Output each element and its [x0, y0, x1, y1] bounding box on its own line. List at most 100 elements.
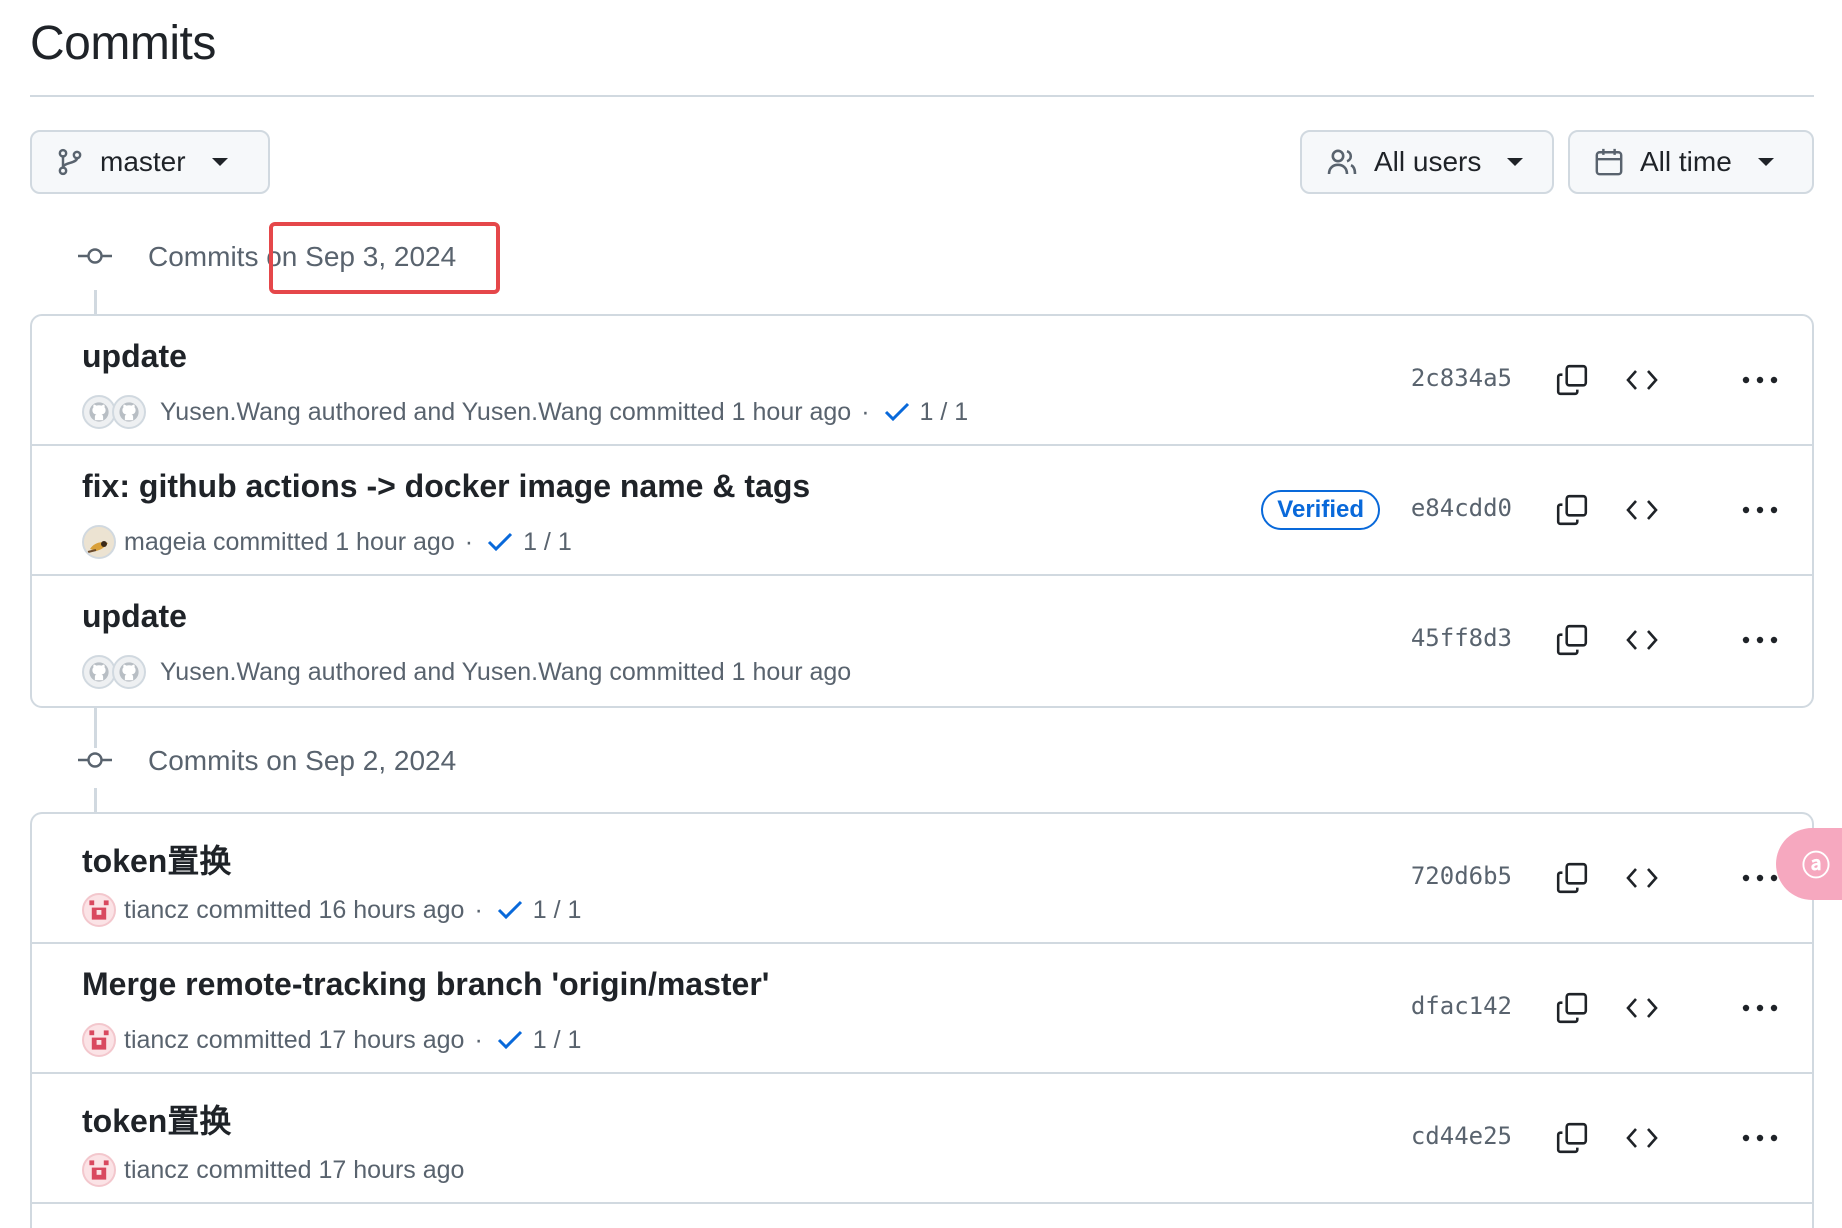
title-divider [30, 95, 1814, 97]
copy-icon [1556, 364, 1588, 396]
check-status[interactable]: 1 / 1 [497, 895, 582, 925]
copy-sha-button[interactable] [1552, 1118, 1592, 1158]
check-status[interactable]: 1 / 1 [487, 528, 572, 557]
commit-message-link[interactable]: Merge remote-tracking branch 'origin/mas… [82, 966, 769, 1003]
git-commit-icon [78, 241, 112, 273]
commit-sha-link[interactable]: dfac142 [1411, 992, 1512, 1020]
commit-meta: Yusen.Wang authored and Yusen.Wang commi… [82, 392, 968, 432]
code-icon [1626, 1128, 1658, 1148]
copy-sha-button[interactable] [1552, 490, 1592, 530]
annotation-highlight-box [269, 222, 500, 294]
copy-sha-button[interactable] [1552, 988, 1592, 1028]
more-actions-button[interactable] [1740, 490, 1780, 530]
identicon-avatar[interactable] [82, 893, 116, 927]
translate-widget-button[interactable]: ⓐ [1776, 828, 1842, 900]
avatar-stack[interactable] [82, 655, 146, 689]
avatar-stack[interactable] [82, 395, 146, 429]
commit-message-link[interactable]: token置换 [82, 1096, 231, 1142]
commit-message-link[interactable]: fix: github actions -> docker image name… [82, 468, 810, 505]
git-branch-icon [56, 146, 84, 178]
commit-message-link[interactable]: token置换 [82, 836, 231, 882]
commit-sha-link[interactable]: e84cdd0 [1411, 494, 1512, 522]
kebab-horizontal-icon [1742, 376, 1778, 384]
users-filter-label: All users [1374, 146, 1482, 177]
browse-code-button[interactable] [1622, 858, 1662, 898]
copy-sha-button[interactable] [1552, 620, 1592, 660]
commit-meta: tiancz committed 17 hours ago [82, 1150, 464, 1190]
commit-row[interactable]: Merge remote-tracking branch 'origin/mas… [32, 944, 1812, 1074]
commit-author-text: tiancz committed 17 hours ago [124, 1155, 465, 1184]
chevron-down-icon [1757, 158, 1774, 166]
more-actions-button[interactable] [1740, 360, 1780, 400]
github-default-avatar[interactable] [82, 655, 116, 689]
browse-code-button[interactable] [1622, 988, 1662, 1028]
identicon-avatar[interactable] [82, 1023, 116, 1057]
kebab-horizontal-icon [1742, 1134, 1778, 1142]
more-actions-button[interactable] [1740, 1118, 1780, 1158]
browse-code-button[interactable] [1622, 1118, 1662, 1158]
code-icon [1626, 370, 1658, 390]
code-icon [1626, 868, 1658, 888]
more-actions-button[interactable] [1740, 988, 1780, 1028]
translate-icon: ⓐ [1801, 850, 1830, 881]
kebab-horizontal-icon [1742, 506, 1778, 514]
commit-author-text: tiancz committed 16 hours ago [124, 895, 465, 924]
copy-icon [1556, 992, 1588, 1024]
commit-meta: tiancz committed 16 hours ago · 1 / 1 [82, 890, 581, 930]
commit-meta: Yusen.Wang authored and Yusen.Wang commi… [82, 652, 851, 692]
commit-row[interactable]: fix: github actions -> docker image name… [32, 446, 1812, 576]
commit-sha-link[interactable]: 2c834a5 [1411, 364, 1512, 392]
commit-list: token置换 tiancz committed 16 hours ago · … [30, 812, 1814, 1228]
users-filter-button[interactable]: All users [1300, 130, 1554, 194]
meta-separator: · [464, 527, 474, 556]
people-icon [1326, 146, 1358, 178]
check-count: 1 / 1 [523, 527, 572, 556]
commit-list: update Yusen.Wang authored and Yusen.Wan… [30, 314, 1814, 708]
commit-row[interactable]: token置换 tiancz committed 17 hours ago cd… [32, 1074, 1812, 1204]
check-icon [497, 1030, 522, 1050]
check-count: 1 / 1 [532, 895, 582, 924]
commits-page: Commits master All users All time Commit… [0, 0, 1842, 1228]
browse-code-button[interactable] [1622, 490, 1662, 530]
commit-sha-link[interactable]: 45ff8d3 [1411, 624, 1512, 652]
page-title: Commits [30, 17, 216, 70]
check-status[interactable]: 1 / 1 [884, 398, 968, 427]
copy-sha-button[interactable] [1552, 858, 1592, 898]
commit-row[interactable]: update Yusen.Wang authored and Yusen.Wan… [32, 316, 1812, 446]
more-actions-button[interactable] [1740, 858, 1780, 898]
check-status[interactable]: 1 / 1 [497, 1026, 581, 1055]
commit-row[interactable]: token置换 tiancz committed 16 hours ago · … [32, 814, 1812, 944]
timeline-connector [94, 788, 97, 814]
copy-icon [1556, 494, 1588, 526]
copy-sha-button[interactable] [1552, 360, 1592, 400]
commit-sha-link[interactable]: 720d6b5 [1411, 862, 1512, 890]
chevron-down-icon [1507, 158, 1524, 166]
commit-group-header: Commits on Sep 2, 2024 [78, 737, 456, 785]
browse-code-button[interactable] [1622, 620, 1662, 660]
chevron-down-icon [211, 158, 228, 166]
commit-sha-link[interactable]: cd44e25 [1411, 1122, 1512, 1150]
branch-label: master [100, 146, 186, 177]
github-default-avatar[interactable] [82, 395, 116, 429]
github-default-avatar[interactable] [112, 395, 146, 429]
kebab-horizontal-icon [1742, 874, 1778, 882]
commit-author-text: Yusen.Wang authored and Yusen.Wang commi… [160, 397, 852, 426]
commit-row[interactable]: update Yusen.Wang authored and Yusen.Wan… [32, 576, 1812, 706]
check-icon [884, 402, 909, 422]
timeline-connector [94, 290, 97, 316]
copy-icon [1556, 1122, 1588, 1154]
meta-separator: · [861, 397, 870, 426]
identicon-avatar[interactable] [82, 1153, 116, 1187]
verified-badge[interactable]: Verified [1261, 490, 1380, 530]
more-actions-button[interactable] [1740, 620, 1780, 660]
time-filter-button[interactable]: All time [1568, 130, 1814, 194]
user-photo-avatar[interactable] [82, 525, 116, 559]
commit-message-link[interactable]: update [82, 598, 187, 635]
commit-message-link[interactable]: update [82, 338, 187, 375]
github-default-avatar[interactable] [112, 655, 146, 689]
copy-icon [1556, 624, 1588, 656]
branch-select-button[interactable]: master [30, 130, 270, 194]
time-filter-label: All time [1640, 146, 1732, 177]
commit-author-text: Yusen.Wang authored and Yusen.Wang commi… [160, 657, 852, 686]
browse-code-button[interactable] [1622, 360, 1662, 400]
